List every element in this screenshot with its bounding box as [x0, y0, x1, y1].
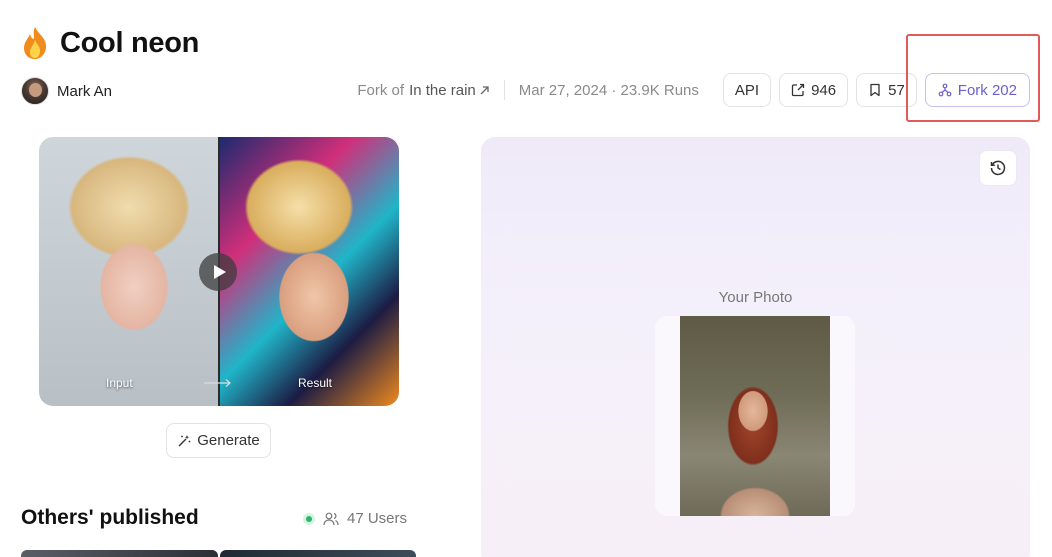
share-icon — [791, 83, 805, 97]
fork-icon — [938, 83, 952, 97]
input-label: Input — [106, 376, 133, 390]
generate-label: Generate — [197, 432, 260, 449]
play-button[interactable] — [199, 253, 237, 291]
author-name[interactable]: Mark An — [57, 83, 112, 100]
share-count: 946 — [811, 81, 837, 99]
users-count: 47 Users — [303, 510, 407, 527]
arrow-right-icon — [204, 379, 231, 387]
author[interactable]: Mark An — [21, 77, 112, 105]
fork-button[interactable]: Fork 202 — [924, 73, 1030, 107]
generate-button[interactable]: Generate — [166, 423, 271, 458]
fork-of-link[interactable]: In the rain — [409, 82, 490, 99]
magic-wand-icon — [178, 434, 191, 446]
result-label: Result — [298, 376, 333, 390]
date-runs: Mar 27, 2024 · 23.9K Runs — [518, 81, 699, 99]
history-button[interactable] — [979, 150, 1017, 186]
fork-of-link-text[interactable]: In the rain — [409, 82, 476, 99]
bookmark-count: 57 — [888, 81, 905, 99]
fork-label: Fork 202 — [957, 81, 1017, 99]
bookmark-icon — [870, 83, 880, 97]
upload-panel: Your Photo — [481, 137, 1030, 557]
published-thumbnails[interactable] — [21, 550, 416, 557]
users-count-text: 47 Users — [347, 510, 408, 527]
divider — [503, 80, 505, 100]
photo-card[interactable] — [655, 316, 855, 516]
page-header: Cool neon — [20, 26, 199, 60]
share-button[interactable]: 946 — [779, 73, 849, 107]
arrow-up-right-icon — [480, 85, 489, 94]
users-icon — [323, 512, 339, 525]
fork-of: Fork of In the rain — [357, 82, 489, 99]
meta-bar: Fork of In the rain Mar 27, 2024 · 23.9K… — [357, 73, 1030, 107]
flame-icon — [24, 27, 47, 59]
your-photo-label: Your Photo — [718, 289, 793, 306]
api-label: API — [734, 81, 760, 99]
fork-of-prefix: Fork of — [357, 81, 405, 99]
play-icon — [213, 265, 226, 279]
thumbnail[interactable] — [21, 550, 218, 557]
input-image — [39, 137, 219, 406]
avatar[interactable] — [21, 77, 49, 105]
uploaded-photo[interactable] — [680, 316, 830, 516]
others-published-heading: Others' published — [21, 506, 199, 529]
bookmark-button[interactable]: 57 — [856, 73, 917, 107]
history-icon — [990, 160, 1006, 176]
page-title: Cool neon — [60, 26, 200, 59]
result-image — [219, 137, 399, 406]
preview-comparison[interactable]: Input Result — [39, 137, 399, 406]
thumbnail[interactable] — [219, 550, 416, 557]
api-button[interactable]: API — [722, 73, 772, 107]
online-dot-icon — [303, 512, 315, 525]
